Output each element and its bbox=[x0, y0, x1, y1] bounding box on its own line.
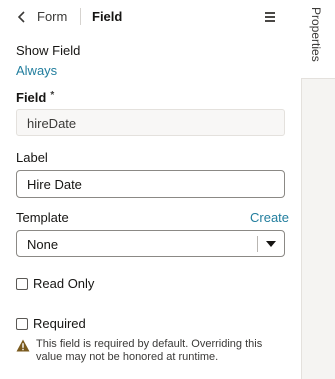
required-marker: * bbox=[50, 90, 55, 101]
field-label-text: Field bbox=[16, 90, 47, 105]
field-label: Field * bbox=[16, 90, 54, 105]
template-selected-value: None bbox=[27, 237, 59, 252]
read-only-label: Read Only bbox=[33, 276, 95, 291]
page-title: Field bbox=[92, 9, 123, 24]
right-rail: Properties bbox=[301, 0, 335, 379]
read-only-checkbox-row[interactable]: Read Only bbox=[16, 276, 94, 291]
select-divider bbox=[257, 236, 258, 252]
properties-panel: Form Field Show Field Always Field * hire… bbox=[0, 0, 301, 379]
panel-header: Form Field bbox=[0, 0, 301, 34]
warning-message: This field is required by default. Overr… bbox=[16, 338, 286, 364]
template-select[interactable]: None bbox=[16, 230, 285, 257]
back-button[interactable]: Form bbox=[18, 9, 67, 24]
menu-icon[interactable] bbox=[260, 8, 278, 26]
label-input[interactable] bbox=[16, 170, 285, 198]
required-checkbox[interactable] bbox=[16, 317, 28, 330]
required-checkbox-row[interactable]: Required bbox=[16, 316, 86, 331]
chevron-left-icon bbox=[18, 10, 25, 23]
template-label: Template bbox=[16, 210, 69, 225]
tab-properties-label: Properties bbox=[309, 7, 323, 62]
field-readonly-value: hireDate bbox=[16, 109, 285, 136]
create-template-link[interactable]: Create bbox=[250, 210, 289, 225]
caret-down-icon bbox=[266, 241, 276, 247]
warning-text: This field is required by default. Overr… bbox=[36, 338, 263, 363]
back-label: Form bbox=[37, 9, 68, 24]
show-field-label: Show Field bbox=[16, 43, 81, 58]
required-label: Required bbox=[33, 316, 86, 331]
header-divider bbox=[80, 8, 81, 25]
read-only-checkbox[interactable] bbox=[16, 277, 28, 290]
warning-icon bbox=[16, 339, 30, 352]
show-field-value-link[interactable]: Always bbox=[16, 63, 57, 78]
label-field-label: Label bbox=[16, 150, 48, 165]
tab-properties[interactable]: Properties bbox=[301, 0, 335, 79]
